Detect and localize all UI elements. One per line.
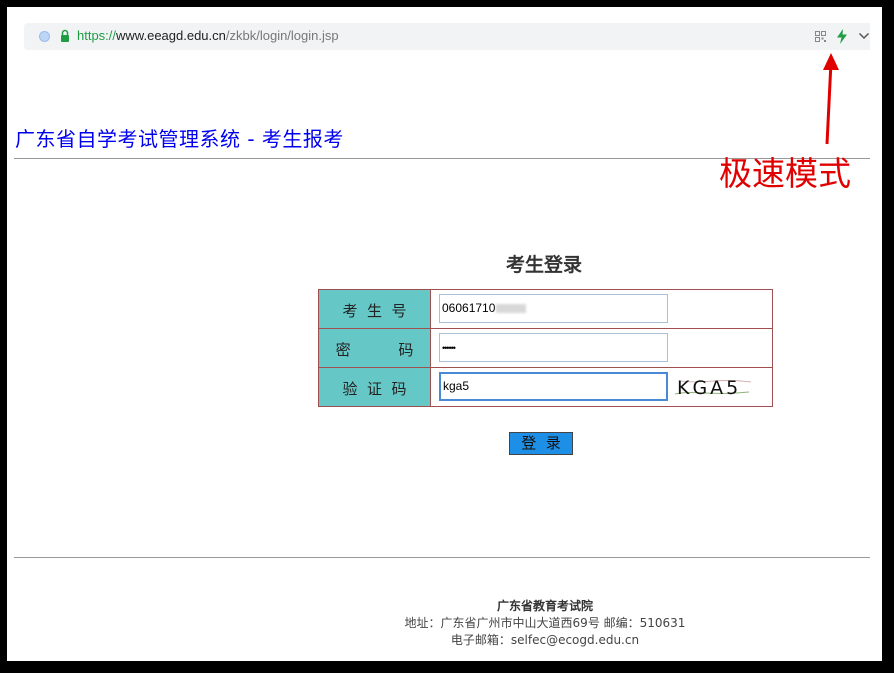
form-row-captcha: 验 证 码 kga5 KGA5 (319, 367, 772, 406)
password-value: •••••• (442, 343, 456, 353)
candidate-id-input[interactable]: 06061710 (439, 294, 668, 323)
url-host: www.eeagd.edu.cn (116, 28, 226, 43)
footer-org: 广东省教育考试院 (496, 599, 593, 613)
url-text[interactable]: https://www.eeagd.edu.cn/zkbk/login/logi… (77, 28, 339, 43)
login-form: 考 生 号 06061710 密 码 •••••• 验 证 码 kga5 KGA… (318, 289, 773, 407)
redaction-blur (496, 304, 527, 314)
captcha-image[interactable]: KGA5 (671, 372, 753, 400)
candidate-id-label-cell: 考 生 号 (319, 290, 431, 329)
lock-icon (61, 29, 69, 42)
password-label-cell: 密 码 (319, 329, 431, 367)
footer-divider (14, 557, 870, 558)
form-row-password: 密 码 •••••• (319, 328, 772, 367)
form-row-candidate-id: 考 生 号 06061710 (319, 290, 772, 329)
page-title: 广东省自学考试管理系统 - 考生报考 (15, 127, 344, 151)
candidate-id-value: 06061710 (442, 301, 496, 315)
captcha-value: kga5 (443, 379, 470, 393)
browser-viewport: https://www.eeagd.edu.cn/zkbk/login/logi… (14, 14, 870, 649)
captcha-label: 验 证 码 (342, 380, 407, 398)
annotation-arrow-icon (823, 53, 839, 145)
lightning-icon[interactable] (836, 29, 848, 44)
annotation-label: 极速模式 (719, 154, 851, 193)
screenshot-frame: https://www.eeagd.edu.cn/zkbk/login/logi… (0, 0, 894, 673)
url-protocol: https:// (77, 28, 117, 43)
chevron-down-icon[interactable] (858, 31, 870, 41)
site-icon (39, 31, 50, 42)
login-heading: 考生登录 (505, 254, 582, 276)
captcha-text: KGA5 (677, 377, 741, 399)
login-button[interactable]: 登 录 (509, 432, 573, 455)
footer: 广东省教育考试院 地址：广东省广州市中山大道西69号 邮编：510631 电子邮… (314, 598, 776, 649)
url-path: /zkbk/login/login.jsp (225, 28, 339, 43)
footer-email[interactable]: 电子邮箱：selfec@ecogd.edu.cn (314, 632, 776, 649)
qr-code-icon[interactable] (815, 31, 826, 42)
candidate-id-label: 考 生 号 (342, 302, 407, 320)
password-input[interactable]: •••••• (439, 333, 668, 362)
footer-address: 地址：广东省广州市中山大道西69号 邮编：510631 (404, 616, 686, 630)
password-label: 密 码 (335, 341, 414, 359)
captcha-label-cell: 验 证 码 (319, 368, 431, 406)
captcha-input[interactable]: kga5 (439, 372, 668, 401)
address-bar[interactable]: https://www.eeagd.edu.cn/zkbk/login/logi… (24, 23, 870, 50)
